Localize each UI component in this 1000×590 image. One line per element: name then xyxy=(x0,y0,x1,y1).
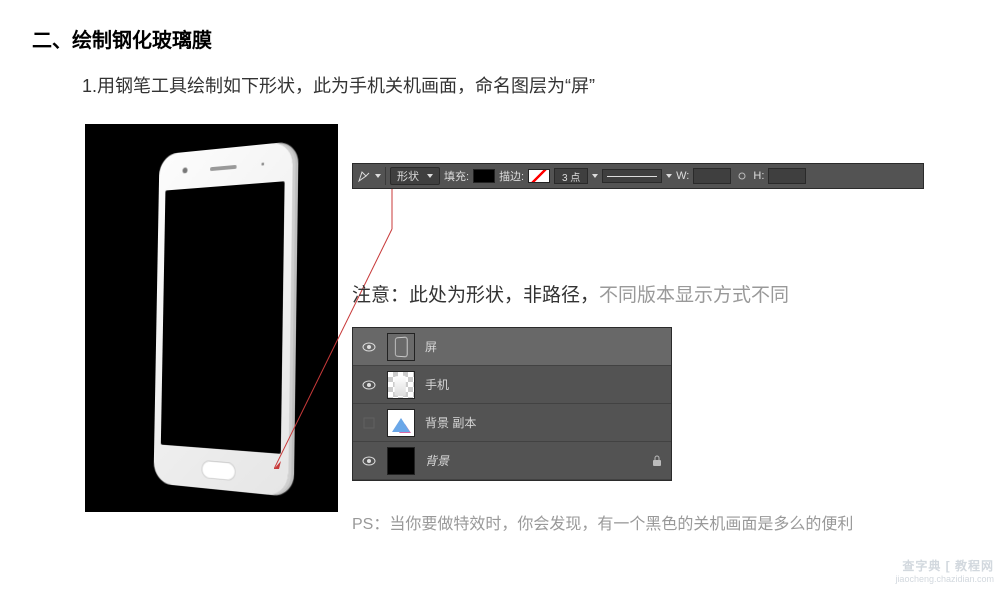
separator xyxy=(385,167,386,185)
visibility-eye-icon[interactable] xyxy=(361,339,377,355)
section-title: 二、绘制钢化玻璃膜 xyxy=(32,24,212,53)
layers-panel: 屏 手机 背景 副本 背景 xyxy=(352,327,672,481)
stroke-swatch[interactable] xyxy=(528,169,550,183)
width-label: W: xyxy=(676,170,689,182)
layer-name: 背景 xyxy=(425,452,641,469)
step-description: 1.用钢笔工具绘制如下形状，此为手机关机画面，命名图层为“屏” xyxy=(82,72,595,98)
phone-camera xyxy=(182,167,187,173)
stroke-style-preview[interactable] xyxy=(602,169,662,183)
stroke-width-dropdown-icon[interactable] xyxy=(592,174,598,178)
ps-footnote: PS：当你要做特效时，你会发现，有一个黑色的关机画面是多么的便利 xyxy=(352,510,853,534)
height-field[interactable] xyxy=(768,168,806,184)
options-bar: 形状 填充: 描边: 3 点 W: H: xyxy=(352,163,924,189)
tool-preset-dropdown-icon[interactable] xyxy=(375,174,381,178)
layer-thumb-shape xyxy=(387,333,415,361)
layer-row-screen[interactable]: 屏 xyxy=(353,328,671,366)
stroke-label: 描边: xyxy=(499,168,524,184)
note-line: 注意：此处为形状，非路径，不同版本显示方式不同 xyxy=(352,280,789,307)
width-field[interactable] xyxy=(693,168,731,184)
layer-thumb-mask xyxy=(387,409,415,437)
stroke-width-field[interactable]: 3 点 xyxy=(554,168,588,184)
stroke-width-value: 3 点 xyxy=(562,169,580,184)
layer-name: 背景 副本 xyxy=(425,414,663,431)
layer-thumb-black xyxy=(387,447,415,475)
chevron-down-icon xyxy=(427,174,433,178)
phone-preview-canvas xyxy=(85,124,338,512)
layer-row-bg[interactable]: 背景 xyxy=(353,442,671,480)
layer-thumb-checker xyxy=(387,371,415,399)
tool-mode-label: 形状 xyxy=(397,168,419,184)
note-emphasis: 注意：此处为形状，非路径， xyxy=(352,285,599,306)
fill-label: 填充: xyxy=(444,168,469,184)
tool-mode-dropdown[interactable]: 形状 xyxy=(390,167,440,185)
note-secondary: 不同版本显示方式不同 xyxy=(599,285,789,306)
fill-swatch[interactable] xyxy=(473,169,495,183)
phone-mockup xyxy=(153,141,292,497)
watermark-main: 查字典 [ 教程网 xyxy=(895,559,994,575)
watermark: 查字典 [ 教程网 jiaocheng.chazidian.com xyxy=(895,559,994,586)
watermark-sub: jiaocheng.chazidian.com xyxy=(895,574,994,586)
layer-name: 手机 xyxy=(425,376,663,393)
layer-row-bgcopy[interactable]: 背景 副本 xyxy=(353,404,671,442)
layer-row-phone[interactable]: 手机 xyxy=(353,366,671,404)
stroke-style-dropdown-icon[interactable] xyxy=(666,174,672,178)
height-label: H: xyxy=(753,170,764,182)
layer-name: 屏 xyxy=(425,338,663,355)
visibility-eye-icon[interactable] xyxy=(361,415,377,431)
lock-icon xyxy=(651,455,663,467)
visibility-eye-icon[interactable] xyxy=(361,453,377,469)
link-wh-icon[interactable] xyxy=(735,169,749,183)
visibility-eye-icon[interactable] xyxy=(361,377,377,393)
pen-tool-icon[interactable] xyxy=(357,169,371,183)
